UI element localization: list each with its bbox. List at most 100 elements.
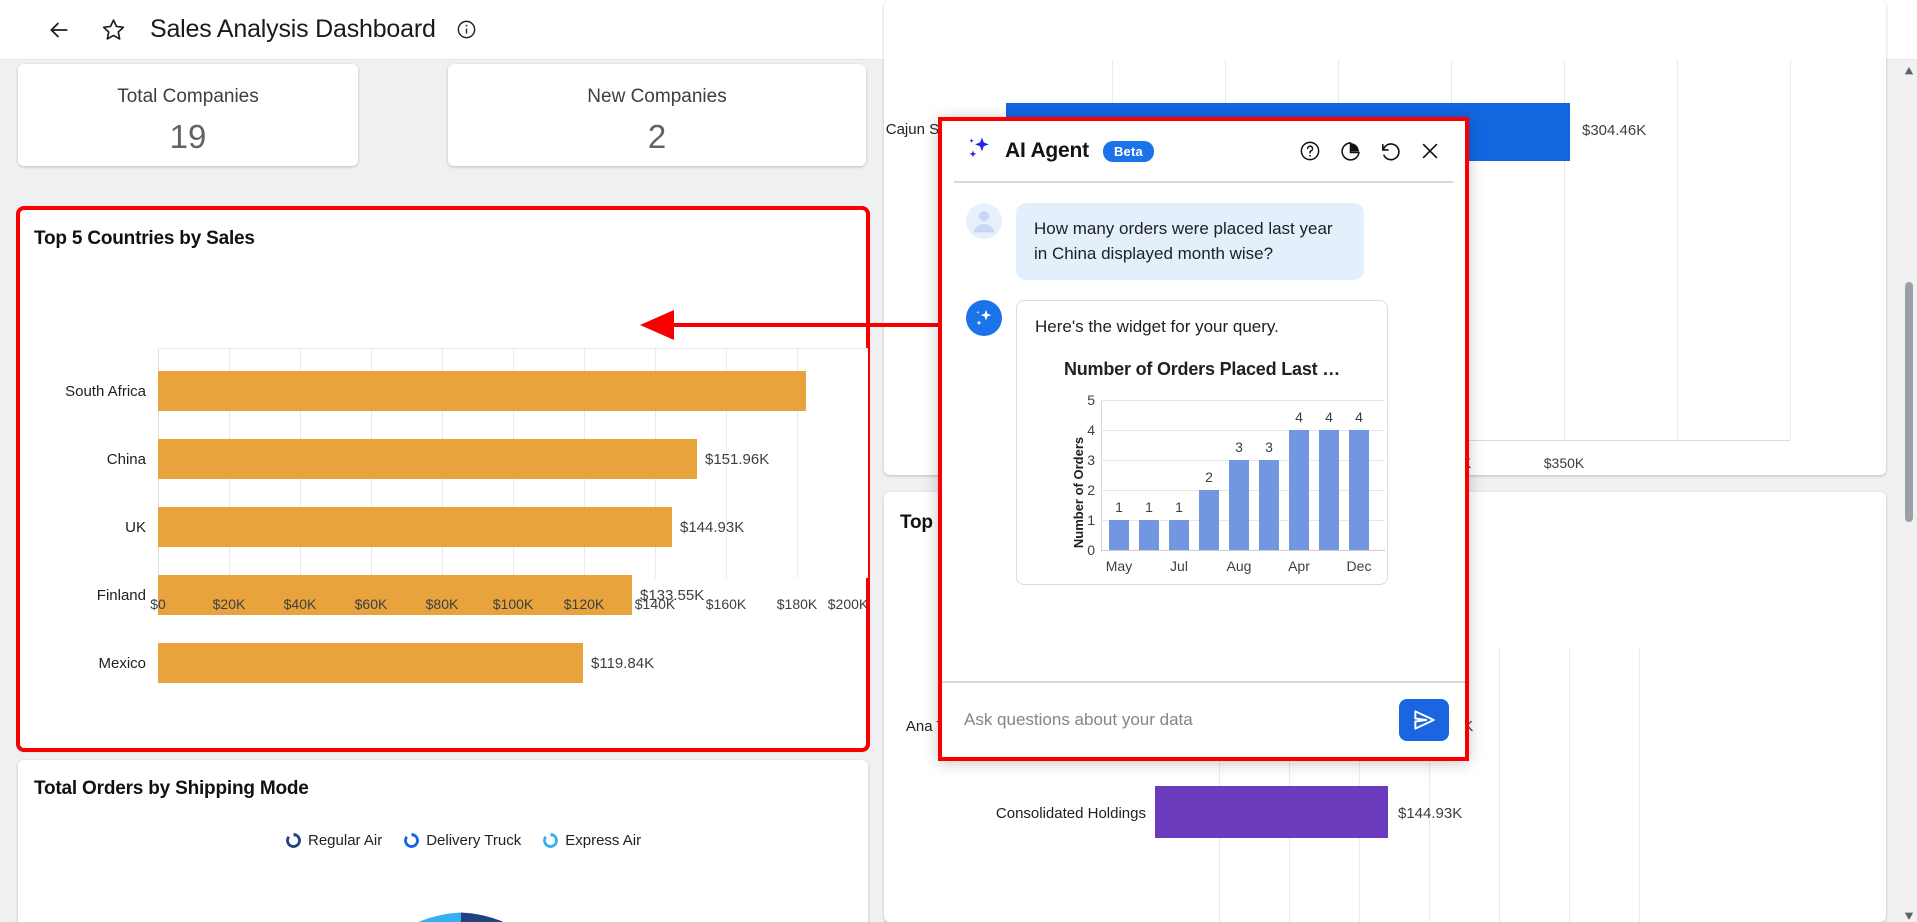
pie-chart-shipping-mode[interactable] bbox=[331, 906, 591, 922]
x-axis-tick: Jul bbox=[1159, 558, 1199, 574]
send-button[interactable] bbox=[1399, 699, 1449, 741]
axis-tick: $350K bbox=[1524, 455, 1604, 471]
value-label: $304.46K bbox=[1582, 122, 1646, 139]
ai-panel-title: AI Agent bbox=[1005, 139, 1089, 163]
page-title: Sales Analysis Dashboard bbox=[150, 15, 436, 44]
kpi-card-new-companies[interactable]: New Companies 2 bbox=[448, 64, 866, 166]
legend-label: Delivery Truck bbox=[426, 832, 521, 849]
ai-panel-header: AI Agent Beta bbox=[942, 121, 1465, 181]
ai-conversation: How many orders were placed last year in… bbox=[942, 183, 1465, 681]
beta-badge: Beta bbox=[1103, 141, 1154, 162]
scroll-up-arrow-icon[interactable] bbox=[1904, 63, 1914, 73]
help-circle-icon[interactable] bbox=[1297, 138, 1323, 164]
x-axis-tick: Dec bbox=[1339, 558, 1379, 574]
legend-swatch-icon bbox=[543, 833, 558, 848]
axis-tick: $160K bbox=[696, 596, 756, 612]
bar-month-8[interactable] bbox=[1319, 430, 1339, 550]
y-axis-tick: 0 bbox=[1075, 542, 1095, 558]
bar-south-africa[interactable] bbox=[158, 371, 806, 411]
bot-response-card: Here's the widget for your query. Number… bbox=[1016, 300, 1388, 585]
axis-tick: $40K bbox=[270, 596, 330, 612]
chart-orders-by-month[interactable]: Number of Orders 5 4 3 2 1 0 bbox=[1049, 394, 1385, 584]
pie-slice-express-air bbox=[343, 913, 461, 922]
bar-mexico[interactable] bbox=[158, 643, 583, 683]
bar-month-3[interactable] bbox=[1169, 520, 1189, 550]
sparkle-icon bbox=[966, 135, 993, 167]
x-axis-tick: Apr bbox=[1279, 558, 1319, 574]
bar-month-9[interactable] bbox=[1349, 430, 1369, 550]
vertical-scrollbar[interactable] bbox=[1903, 60, 1915, 922]
value-label: $119.84K bbox=[591, 655, 654, 672]
legend-label: Regular Air bbox=[308, 832, 382, 849]
y-axis-tick: 2 bbox=[1075, 482, 1095, 498]
ai-question-input[interactable] bbox=[964, 710, 1399, 730]
user-message-text: How many orders were placed last year in… bbox=[1016, 203, 1364, 280]
bar-month-2[interactable] bbox=[1139, 520, 1159, 550]
legend-item-express-air[interactable]: Express Air bbox=[543, 832, 641, 849]
y-axis-tick: 5 bbox=[1075, 392, 1095, 408]
chat-message-user: How many orders were placed last year in… bbox=[942, 197, 1465, 280]
category-label: China bbox=[18, 451, 146, 468]
chart-card-top5-countries[interactable]: Top 5 Countries by Sales bbox=[18, 208, 868, 750]
ai-agent-panel[interactable]: AI Agent Beta bbox=[938, 117, 1469, 761]
scrollbar-thumb[interactable] bbox=[1905, 282, 1913, 522]
pie-slice-regular-air bbox=[461, 913, 579, 922]
favorite-star-button[interactable] bbox=[96, 13, 130, 47]
bar-month-5[interactable] bbox=[1229, 460, 1249, 550]
chat-message-bot: Here's the widget for your query. Number… bbox=[942, 294, 1465, 585]
chart-top5-countries: South Africa China UK Finland Mexico $15… bbox=[18, 208, 868, 750]
ai-avatar-icon bbox=[966, 300, 1002, 336]
x-axis-tick: Aug bbox=[1219, 558, 1259, 574]
kpi-value: 2 bbox=[648, 118, 666, 156]
info-circle-icon[interactable] bbox=[450, 13, 484, 47]
data-label: 1 bbox=[1137, 499, 1161, 515]
gridline bbox=[1101, 400, 1385, 401]
chart-card-shipping-mode[interactable]: Total Orders by Shipping Mode Regular Ai… bbox=[18, 760, 868, 922]
value-label: $151.96K bbox=[705, 451, 769, 468]
ai-input-bar bbox=[942, 681, 1465, 757]
axis-tick: $200K bbox=[818, 596, 868, 612]
data-label: 3 bbox=[1227, 439, 1251, 455]
bar-china[interactable] bbox=[158, 439, 697, 479]
back-button[interactable] bbox=[42, 13, 76, 47]
data-label: 4 bbox=[1287, 409, 1311, 425]
gridline bbox=[1569, 647, 1570, 922]
kpi-label: Total Companies bbox=[117, 86, 259, 108]
value-label: $144.93K bbox=[680, 519, 744, 536]
scroll-down-arrow-icon[interactable] bbox=[1904, 908, 1914, 918]
axis-tick: $100K bbox=[483, 596, 543, 612]
axis-tick: $120K bbox=[554, 596, 614, 612]
gridline bbox=[1101, 550, 1385, 551]
dashboard-app: Sales Analysis Dashboard Summarize bbox=[0, 0, 1917, 922]
bot-response-text: Here's the widget for your query. bbox=[1035, 317, 1369, 337]
x-axis-tick: May bbox=[1099, 558, 1139, 574]
legend-item-regular-air[interactable]: Regular Air bbox=[286, 832, 382, 849]
legend-item-delivery-truck[interactable]: Delivery Truck bbox=[404, 832, 521, 849]
gridline bbox=[1790, 60, 1791, 440]
bar-month-1[interactable] bbox=[1109, 520, 1129, 550]
kpi-label: New Companies bbox=[587, 86, 726, 108]
data-label: 2 bbox=[1197, 469, 1221, 485]
close-icon[interactable] bbox=[1417, 138, 1443, 164]
data-label: 1 bbox=[1107, 499, 1131, 515]
ai-panel-header-actions bbox=[1297, 138, 1443, 164]
axis-tick: $20K bbox=[199, 596, 259, 612]
toolbar-left-group: Sales Analysis Dashboard bbox=[0, 13, 484, 47]
legend-shipping-mode: Regular Air Delivery Truck Express Air bbox=[286, 832, 641, 849]
data-label: 4 bbox=[1347, 409, 1371, 425]
bar-customer-3[interactable] bbox=[1155, 786, 1388, 838]
bar-month-4[interactable] bbox=[1199, 490, 1219, 550]
legend-swatch-icon bbox=[286, 833, 301, 848]
bar-month-7[interactable] bbox=[1289, 430, 1309, 550]
bar-month-6[interactable] bbox=[1259, 460, 1279, 550]
pie-chart-icon[interactable] bbox=[1337, 138, 1363, 164]
category-label: UK bbox=[18, 519, 146, 536]
bar-uk[interactable] bbox=[158, 507, 672, 547]
data-label: 1 bbox=[1167, 499, 1191, 515]
axis-tick: $0 bbox=[128, 596, 188, 612]
undo-history-icon[interactable] bbox=[1377, 138, 1403, 164]
gridline bbox=[1101, 430, 1385, 431]
kpi-card-total-companies[interactable]: Total Companies 19 bbox=[18, 64, 358, 166]
widget-title: Number of Orders Placed Last … bbox=[1035, 359, 1369, 380]
category-label: Mexico bbox=[18, 655, 146, 672]
